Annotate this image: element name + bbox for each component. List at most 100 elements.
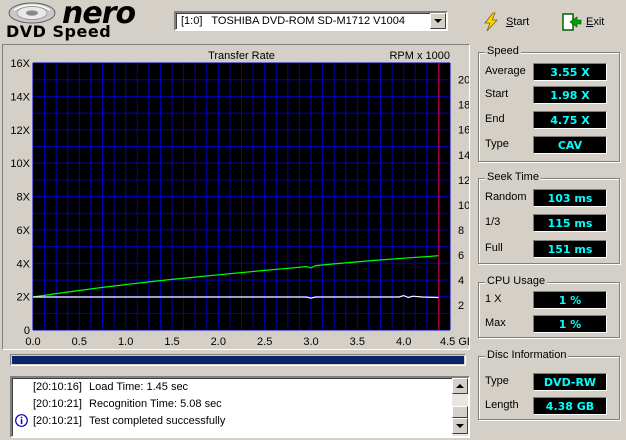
y-tick-label: 12X — [10, 125, 30, 137]
chart-title: Transfer Rate — [208, 50, 275, 62]
x-tick-label: 2.0 — [211, 336, 226, 348]
drive-select-value: [1:0] TOSHIBA DVD-ROM SD-M1712 V1004 — [181, 15, 405, 27]
start-button[interactable]: Start — [480, 10, 540, 34]
info-icon — [15, 414, 28, 427]
seek-third-label: 1/3 — [485, 216, 501, 228]
y-tick-label: 6X — [17, 225, 31, 237]
disc-length-value: 4.38 GB — [533, 397, 607, 415]
y2-tick-label: 4 — [458, 275, 464, 287]
seek-random-value: 103 ms — [533, 189, 607, 207]
x-tick-label: 3.0 — [303, 336, 318, 348]
seek-full-value: 151 ms — [533, 240, 607, 258]
speed-group-title: Speed — [485, 45, 521, 57]
nero-logo: nero DVD Speed — [4, 0, 136, 42]
scroll-down-button[interactable] — [452, 418, 468, 434]
log-row: [20:10:21] Test completed successfully — [12, 413, 452, 430]
disc-type-row: Type DVD-RW — [485, 373, 615, 391]
cpu-1x-label: 1 X — [485, 293, 502, 305]
speed-end-value: 4.75 X — [533, 111, 607, 129]
logo-product-name: DVD Speed — [6, 22, 112, 41]
y2-tick-label: 18 — [458, 100, 469, 112]
y2-tick-label: 10 — [458, 200, 469, 212]
cpu-max-value: 1 % — [533, 315, 607, 333]
y2-tick-label: 16 — [458, 125, 469, 137]
x-tick-label: 4.5 GB — [440, 336, 469, 348]
y-tick-label: 4X — [17, 258, 31, 270]
speed-group: Speed Average 3.55 X Start 1.98 X End 4.… — [478, 45, 620, 162]
exit-button[interactable]: Exit — [560, 10, 616, 34]
speed-type-label: Type — [485, 138, 509, 150]
scroll-thumb[interactable] — [452, 406, 468, 418]
scroll-up-button[interactable] — [452, 378, 468, 394]
disc-type-value: DVD-RW — [533, 373, 607, 391]
log-time: [20:10:16] — [33, 381, 82, 393]
log-time: [20:10:21] — [33, 415, 82, 427]
seek-random-label: Random — [485, 191, 527, 203]
disc-information-group: Disc Information Type DVD-RW Length 4.38… — [478, 349, 620, 420]
y2-tick-label: 6 — [458, 250, 464, 262]
y2-tick-label: 20 — [458, 75, 469, 87]
y2-tick-label: 2 — [458, 300, 464, 312]
speed-end-row: End 4.75 X — [485, 111, 615, 129]
speed-end-label: End — [485, 113, 505, 125]
cpu-1x-value: 1 % — [533, 291, 607, 309]
cpu-max-label: Max — [485, 317, 506, 329]
log-time: [20:10:21] — [33, 398, 82, 410]
speed-start-label: Start — [485, 88, 509, 100]
speed-average-value: 3.55 X — [533, 63, 607, 81]
y-tick-label: 10X — [10, 158, 30, 170]
drive-dropdown-button[interactable] — [430, 13, 446, 29]
disc-type-label: Type — [485, 375, 509, 387]
y-tick-label: 16X — [10, 58, 30, 70]
drive-select[interactable]: [1:0] TOSHIBA DVD-ROM SD-M1712 V1004 — [174, 11, 448, 31]
exit-button-label: Exit — [586, 16, 605, 28]
chevron-down-icon — [456, 424, 464, 428]
x-tick-label: 0.5 — [72, 336, 87, 348]
transfer-rate-chart: 0 2X 4X 6X 8X 10X 12X 14X 16X 2 4 6 8 10 12 14 16 18 20 0.0… — [2, 44, 470, 350]
speed-start-value: 1.98 X — [533, 86, 607, 104]
log-row: [20:10:16] Load Time: 1.45 sec — [12, 379, 452, 396]
disc-length-label: Length — [485, 399, 519, 411]
disc-group-title: Disc Information — [485, 349, 569, 361]
speed-type-row: Type CAV — [485, 136, 615, 154]
progress-bar — [10, 354, 466, 366]
x-tick-label: 3.5 — [350, 336, 365, 348]
log-scrollbar[interactable] — [452, 378, 468, 436]
x-tick-label: 1.0 — [118, 336, 133, 348]
x-tick-label: 0.0 — [25, 336, 40, 348]
seek-full-label: Full — [485, 242, 503, 254]
y2-tick-label: 12 — [458, 175, 469, 187]
speed-average-label: Average — [485, 65, 526, 77]
cpu-usage-group: CPU Usage 1 X 1 % Max 1 % — [478, 275, 620, 338]
seek-group-title: Seek Time — [485, 171, 541, 183]
start-button-label: Start — [506, 16, 530, 28]
y2-tick-label: 8 — [458, 225, 464, 237]
cpu-1x-row: 1 X 1 % — [485, 291, 615, 309]
seek-third-row: 1/3 115 ms — [485, 214, 615, 232]
exit-door-icon — [562, 13, 582, 31]
x-tick-label: 4.0 — [396, 336, 411, 348]
progress-fill — [12, 356, 464, 364]
y-tick-label: 14X — [10, 91, 30, 103]
cpu-group-title: CPU Usage — [485, 275, 548, 287]
speed-type-value: CAV — [533, 136, 607, 154]
log-message: Test completed successfully — [89, 415, 226, 427]
log-message: Recognition Time: 5.08 sec — [89, 398, 222, 410]
y2-tick-label: 14 — [458, 150, 469, 162]
y-tick-label: 8X — [17, 192, 31, 204]
log-row: [20:10:21] Recognition Time: 5.08 sec — [12, 396, 452, 413]
disc-logo-icon — [8, 2, 56, 24]
y-tick-label: 2X — [17, 292, 31, 304]
log-list[interactable]: [20:10:16] Load Time: 1.45 sec [20:10:21… — [10, 376, 470, 438]
lightning-icon — [484, 12, 498, 32]
cpu-max-row: Max 1 % — [485, 315, 615, 333]
seek-third-value: 115 ms — [533, 214, 607, 232]
speed-average-row: Average 3.55 X — [485, 63, 615, 81]
seek-full-row: Full 151 ms — [485, 240, 615, 258]
disc-length-row: Length 4.38 GB — [485, 397, 615, 415]
speed-start-row: Start 1.98 X — [485, 86, 615, 104]
chevron-up-icon — [456, 384, 464, 388]
log-message: Load Time: 1.45 sec — [89, 381, 189, 393]
y2-axis-label: RPM x 1000 — [389, 50, 450, 62]
chevron-down-icon — [434, 19, 442, 23]
